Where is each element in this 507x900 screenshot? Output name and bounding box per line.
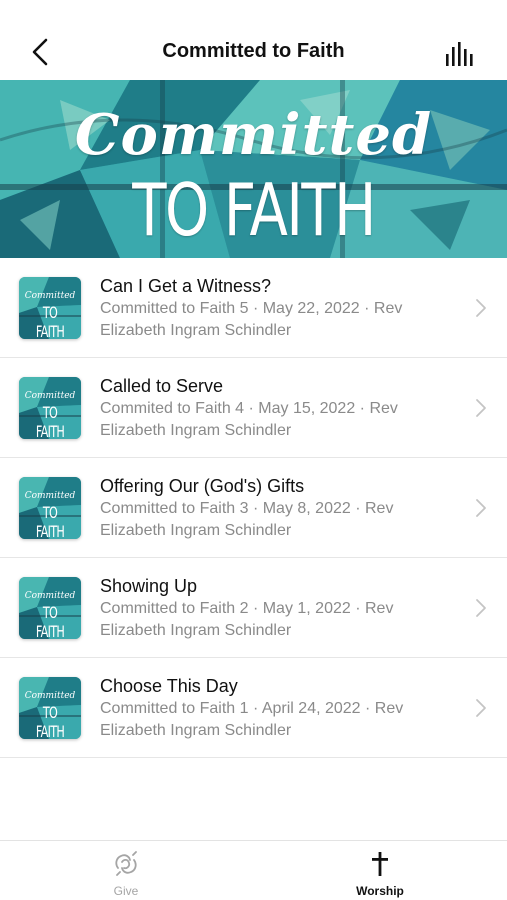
tab-give[interactable]: Give: [66, 841, 186, 900]
chevron-right-icon: [476, 699, 486, 717]
chevron-right-icon: [476, 599, 486, 617]
sermon-meta: Committed to Faith 1 · April 24, 2022 · …: [100, 700, 404, 717]
thumbnail-text-block: TO FAITH: [35, 603, 65, 639]
tab-bar: Give Worship: [0, 840, 507, 900]
sermon-title: Can I Get a Witness?: [100, 276, 272, 296]
thumbnail-text-script: Committed: [24, 691, 76, 701]
give-hands-icon: [115, 851, 137, 876]
sermon-speaker: Elizabeth Ingram Schindler: [100, 322, 292, 339]
sermon-thumbnail: Committed TO FAITH: [19, 277, 81, 339]
thumbnail-text-block: TO FAITH: [35, 503, 65, 539]
sermon-meta: Committed to Faith 3 · May 8, 2022 · Rev: [100, 500, 394, 517]
sermon-thumbnail: Committed TO FAITH: [19, 677, 81, 739]
sermon-speaker: Elizabeth Ingram Schindler: [100, 522, 292, 539]
sermon-title: Called to Serve: [100, 376, 224, 396]
audio-bars-icon[interactable]: [445, 42, 477, 66]
list-item[interactable]: Committed TO FAITH Can I Get a Witness? …: [0, 258, 507, 358]
list-item[interactable]: Committed TO FAITH Offering Our (God's) …: [0, 458, 507, 558]
cross-icon: [372, 852, 388, 876]
thumbnail-text-block: TO FAITH: [35, 303, 65, 339]
thumbnail-text-script: Committed: [24, 391, 76, 401]
sermon-meta: Committed to Faith 5 · May 22, 2022 · Re…: [100, 300, 403, 317]
sermon-meta: Committed to Faith 2 · May 1, 2022 · Rev: [100, 600, 394, 617]
thumbnail-text-script: Committed: [24, 291, 76, 301]
sermon-speaker: Elizabeth Ingram Schindler: [100, 422, 292, 439]
chevron-right-icon: [476, 299, 486, 317]
sermon-meta: Commited to Faith 4 · May 15, 2022 · Rev: [100, 400, 398, 417]
thumbnail-text-block: TO FAITH: [35, 403, 65, 439]
sermon-title: Offering Our (God's) Gifts: [100, 476, 305, 496]
list-item[interactable]: Committed TO FAITH Choose This Day Commi…: [0, 658, 507, 758]
tab-worship-label: Worship: [356, 884, 404, 898]
page-title: Committed to Faith: [162, 40, 345, 62]
sermon-title: Showing Up: [100, 576, 198, 596]
list-item[interactable]: Committed TO FAITH Called to Serve Commi…: [0, 358, 507, 458]
nav-header: Committed to Faith: [0, 0, 507, 80]
sermon-speaker: Elizabeth Ingram Schindler: [100, 722, 292, 739]
thumbnail-text-script: Committed: [24, 491, 76, 501]
chevron-right-icon: [476, 399, 486, 417]
sermon-thumbnail: Committed TO FAITH: [19, 477, 81, 539]
list-item[interactable]: Committed TO FAITH Showing Up Committed …: [0, 558, 507, 658]
series-banner: Committed TO FAITH: [0, 80, 507, 258]
sermon-list: Committed TO FAITH Can I Get a Witness? …: [0, 258, 507, 758]
thumbnail-text-script: Committed: [24, 591, 76, 601]
thumbnail-text-block: TO FAITH: [35, 703, 65, 739]
banner-title-script: Committed: [74, 102, 433, 168]
sermon-thumbnail: Committed TO FAITH: [19, 577, 81, 639]
banner-title-block: TO FAITH: [132, 168, 376, 252]
sermon-thumbnail: Committed TO FAITH: [19, 377, 81, 439]
tab-give-label: Give: [113, 884, 139, 898]
sermon-title: Choose This Day: [100, 676, 238, 696]
chevron-right-icon: [476, 499, 486, 517]
sermon-speaker: Elizabeth Ingram Schindler: [100, 622, 292, 639]
tab-worship[interactable]: Worship: [320, 841, 440, 900]
